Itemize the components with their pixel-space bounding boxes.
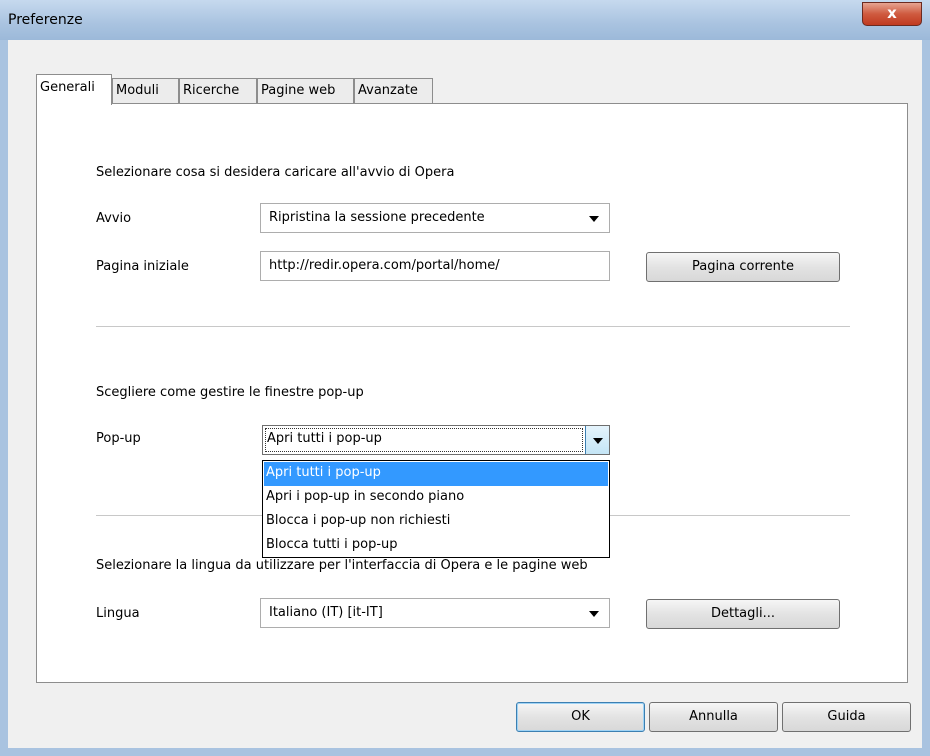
preferences-window: Preferenze x Generali Moduli Ricerche Pa…: [0, 0, 930, 756]
language-value: Italiano (IT) [it-IT]: [269, 605, 383, 620]
window-title: Preferenze: [8, 12, 83, 28]
language-select[interactable]: Italiano (IT) [it-IT]: [260, 598, 610, 628]
avvio-value: Ripristina la sessione precedente: [269, 210, 485, 225]
chevron-down-icon: [589, 216, 599, 222]
avvio-select[interactable]: Ripristina la sessione precedente: [260, 203, 610, 233]
cancel-button[interactable]: Annulla: [649, 702, 778, 732]
popup-value: Apri tutti i pop-up: [267, 431, 382, 446]
popup-option-secondo-piano[interactable]: Apri i pop-up in secondo piano: [264, 486, 608, 510]
avvio-label: Avvio: [96, 211, 132, 226]
popup-option-apri-tutti[interactable]: Apri tutti i pop-up: [264, 462, 608, 486]
chevron-down-icon: [593, 438, 603, 444]
popup-label: Pop-up: [96, 431, 141, 446]
language-label: Lingua: [96, 606, 140, 621]
tab-label: Avanzate: [358, 83, 418, 98]
current-page-button[interactable]: Pagina corrente: [646, 252, 840, 282]
title-bar[interactable]: Preferenze x: [0, 0, 930, 40]
help-button[interactable]: Guida: [782, 702, 911, 732]
window-frame-left: [0, 40, 8, 756]
popup-select[interactable]: Apri tutti i pop-up: [262, 425, 610, 455]
tab-label: Pagine web: [261, 83, 336, 98]
close-button[interactable]: x: [862, 2, 922, 26]
tab-avanzate[interactable]: Avanzate: [354, 78, 433, 104]
homepage-value: http://redir.opera.com/portal/home/: [269, 258, 500, 273]
window-frame-right: [922, 40, 930, 756]
chevron-down-icon: [589, 611, 599, 617]
tab-moduli[interactable]: Moduli: [112, 78, 179, 104]
startup-heading: Selezionare cosa si desidera caricare al…: [96, 165, 455, 180]
tab-ricerche[interactable]: Ricerche: [179, 78, 257, 104]
homepage-label: Pagina iniziale: [96, 259, 189, 274]
popup-option-blocca-non-richiesti[interactable]: Blocca i pop-up non richiesti: [264, 510, 608, 534]
homepage-input[interactable]: http://redir.opera.com/portal/home/: [260, 251, 610, 281]
tab-pagine-web[interactable]: Pagine web: [257, 78, 354, 104]
popup-options-list: Apri tutti i pop-up Apri i pop-up in sec…: [262, 460, 610, 558]
section-divider: [96, 326, 850, 327]
close-icon: x: [887, 4, 897, 22]
details-button[interactable]: Dettagli...: [646, 599, 840, 629]
tab-label: Moduli: [116, 83, 159, 98]
tab-label: Generali: [40, 80, 95, 95]
language-heading: Selezionare la lingua da utilizzare per …: [96, 558, 588, 573]
popup-heading: Scegliere come gestire le finestre pop-u…: [96, 385, 364, 400]
tab-generali[interactable]: Generali: [36, 74, 112, 105]
popup-dropdown-button[interactable]: [585, 426, 609, 454]
window-frame-bottom: [0, 748, 930, 756]
popup-option-blocca-tutti[interactable]: Blocca tutti i pop-up: [264, 534, 608, 558]
ok-button[interactable]: OK: [516, 702, 645, 732]
tab-label: Ricerche: [183, 83, 240, 98]
